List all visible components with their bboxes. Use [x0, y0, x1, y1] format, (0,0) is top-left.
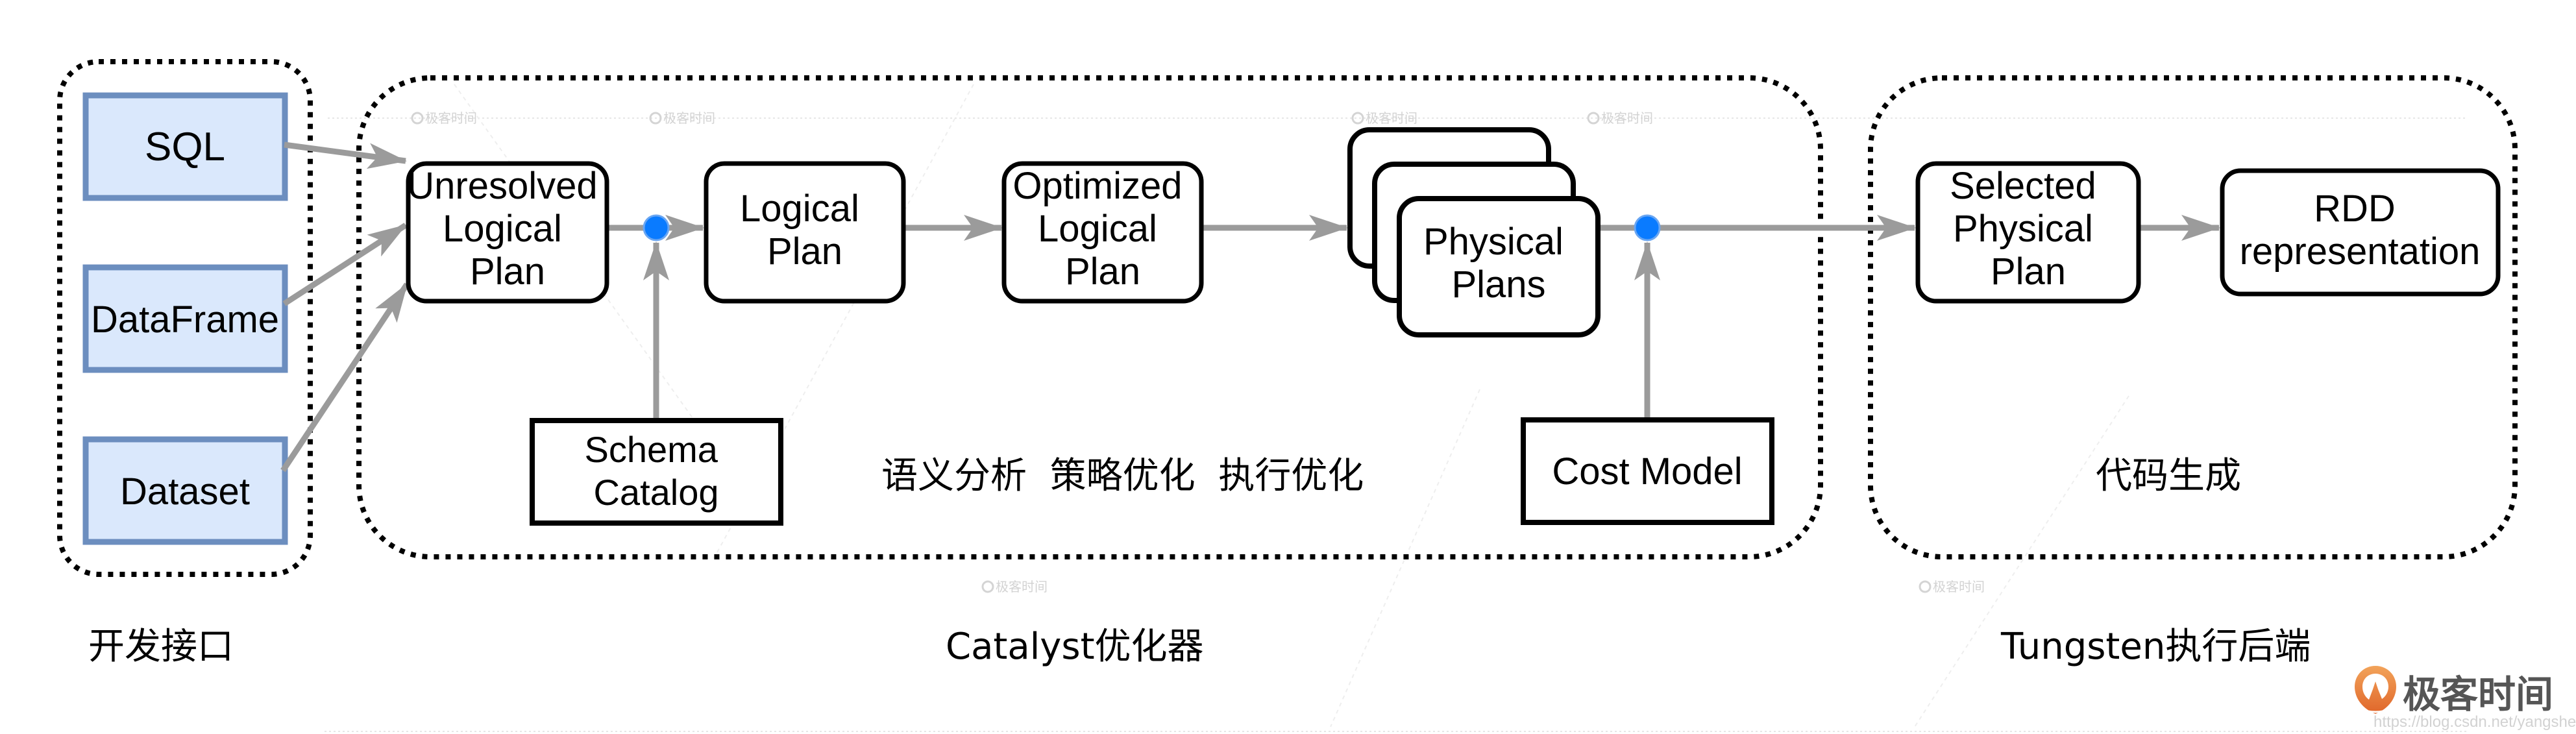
diagram-canvas: 极客时间 极客时间 极客时间 极客时间 极客时间 极客时间 极客时间 极客时间: [57, 59, 2576, 732]
physical-label-line: Physical: [1423, 221, 1564, 263]
catalyst-stages-caption: 语义分析 策略优化 执行优化: [881, 455, 1364, 497]
watermark-logo-icon: [411, 112, 424, 125]
source-url: https://blog.csdn.net/yangshengwei230612: [2374, 713, 2576, 731]
schema-label-line: Schema: [585, 429, 718, 470]
edge-dataset-to-unresolved: [280, 282, 410, 472]
junction-dot-analysis: [643, 214, 670, 241]
selected-label-line: Plan: [1991, 251, 2066, 293]
sql-label: SQL: [145, 125, 225, 169]
geektime-logo-icon: [2355, 666, 2396, 714]
unresolved-label-line: Logical: [443, 208, 562, 250]
selected-physical-plan-node[interactable]: Selected Physical Plan: [1915, 161, 2141, 304]
watermark-text: 极客时间: [996, 579, 1048, 594]
watermark: 极客时间: [1919, 579, 1985, 594]
selected-label-line: Physical: [1953, 208, 2093, 250]
logical-plan-node[interactable]: Logical Plan: [704, 161, 906, 304]
dataset-label: Dataset: [120, 471, 250, 513]
optimized-label-line: Optimized: [1012, 165, 1182, 207]
watermark-text: 极客时间: [1366, 110, 1417, 126]
schema-catalog-node[interactable]: Schema Catalog: [530, 418, 783, 526]
physical-label-line: Plans: [1451, 263, 1545, 306]
brand-logo: 极客时间: [2355, 666, 2553, 716]
edge-dataframe-to-unresolved: [282, 223, 408, 306]
logical-label-line: Logical: [740, 188, 859, 230]
watermark-text: 极客时间: [1601, 110, 1653, 126]
watermark: 极客时间: [1351, 110, 1417, 126]
api-group-label: 开发接口: [88, 626, 234, 668]
watermark: 极客时间: [411, 110, 477, 126]
physical-plans-node[interactable]: Physical Plans: [1347, 127, 1601, 337]
rdd-representation-node[interactable]: RDD representation: [2220, 168, 2501, 297]
rdd-label-line: representation: [2240, 230, 2481, 273]
logo-text: 极客时间: [2403, 672, 2553, 716]
dataframe-node[interactable]: DataFrame: [82, 264, 288, 373]
watermark-logo-icon: [1919, 580, 1932, 593]
unresolved-label-line: Plan: [470, 251, 545, 293]
edge-sql-to-unresolved: [284, 141, 407, 169]
watermark-text: 极客时间: [1933, 579, 1985, 594]
junction-dot-cost: [1634, 214, 1661, 241]
unresolved-label-line: Unresolved: [407, 165, 597, 207]
unresolved-logical-plan-node[interactable]: Unresolved Logical Plan: [406, 161, 609, 304]
watermark: 极客时间: [981, 579, 1048, 594]
optimized-label-line: Plan: [1065, 251, 1140, 293]
cost-model-node[interactable]: Cost Model: [1521, 417, 1774, 525]
tungsten-stage-caption: 代码生成: [2096, 455, 2241, 497]
logical-label-line: Plan: [767, 230, 842, 273]
sql-node[interactable]: SQL: [82, 92, 288, 201]
dataframe-label: DataFrame: [91, 299, 279, 341]
optimized-label-line: Logical: [1038, 208, 1157, 250]
optimized-logical-plan-node[interactable]: Optimized Logical Plan: [1001, 161, 1204, 304]
watermark-text: 极客时间: [663, 110, 715, 126]
watermark: 极客时间: [649, 110, 715, 126]
watermark-text: 极客时间: [425, 110, 477, 126]
tungsten-group-label: Tungsten执行后端: [2000, 626, 2311, 668]
watermark-logo-icon: [1351, 112, 1364, 125]
watermark-line: [1914, 395, 2129, 728]
cost-label: Cost Model: [1552, 450, 1742, 493]
watermark-logo-icon: [981, 580, 994, 593]
watermark: 极客时间: [1587, 110, 1653, 126]
rdd-label-line: RDD: [2314, 188, 2396, 230]
selected-label-line: Selected: [1950, 165, 2096, 207]
dataset-node[interactable]: Dataset: [82, 436, 288, 545]
schema-label-line: Catalog: [593, 472, 718, 513]
catalyst-group-label: Catalyst优化器: [946, 626, 1204, 668]
